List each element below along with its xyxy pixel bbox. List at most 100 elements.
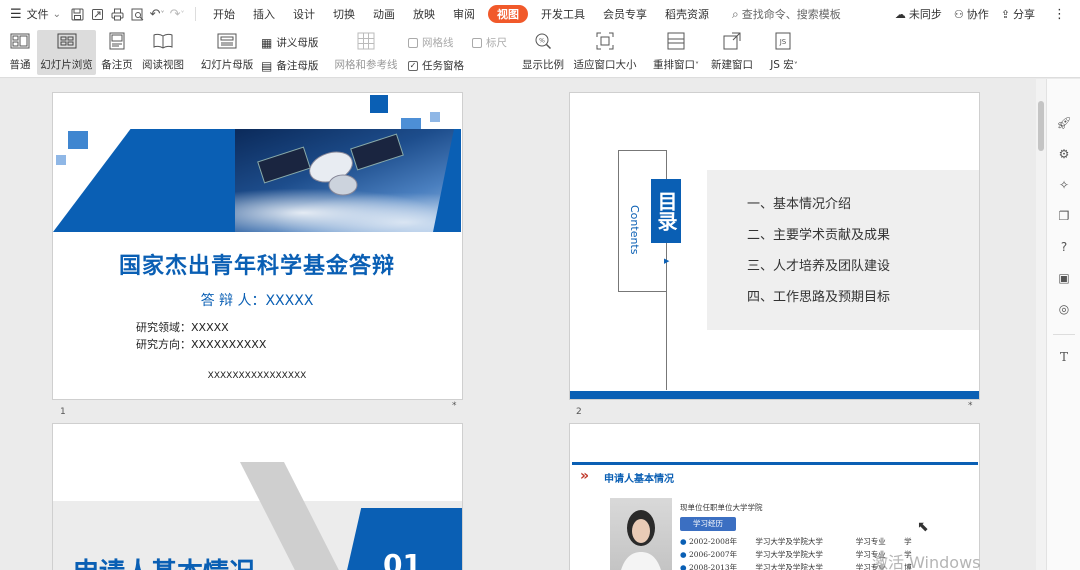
notes-master-button[interactable]: ▤ 备注母版 (261, 58, 318, 73)
hamburger-icon: ☰ (10, 6, 22, 22)
js-macro-button[interactable]: JS JS 宏˅ (767, 30, 801, 72)
share-button[interactable]: ⇪ 分享 (995, 0, 1041, 28)
fit-window-icon (594, 30, 616, 52)
copy-icon[interactable]: ❐ (1056, 208, 1072, 224)
undo-icon[interactable]: ↶ ˅ (147, 0, 167, 28)
notes-page-button[interactable]: 备注页 (99, 30, 135, 72)
mouse-cursor-icon: ⬉ (917, 519, 929, 535)
zoom-button[interactable]: % 显示比例 (522, 30, 564, 72)
reading-view-button[interactable]: 阅读视图 (140, 30, 186, 72)
preview-icon[interactable] (127, 0, 147, 28)
decor-square (68, 131, 88, 149)
sliders-icon[interactable]: ⚙ (1056, 146, 1072, 162)
animation-star-icon: * (968, 401, 973, 411)
scrollbar-thumb[interactable] (1038, 101, 1044, 151)
slide-thumbnail-1[interactable]: 国家杰出青年科学基金答辩 答 辩 人：XXXXX 研究领域：XXXXX 研究方向… (52, 92, 463, 400)
book-icon (152, 30, 174, 52)
toc-item-3: 三、人才培养及团队建设 (747, 259, 891, 274)
more-vertical-icon[interactable]: ⋮ (1041, 0, 1080, 28)
tab-developer[interactable]: 开发工具 (532, 0, 594, 28)
sync-button[interactable]: ☁ 未同步 (889, 0, 948, 28)
grid-guides-button[interactable]: 网格和参考线 (333, 30, 399, 72)
satellite-icon (257, 133, 404, 196)
checkbox-icon (408, 37, 418, 48)
research-field: 研究领域：XXXXX (136, 321, 229, 334)
fit-window-button[interactable]: 适应窗口大小 (573, 30, 637, 72)
export-icon[interactable] (87, 0, 107, 28)
redo-icon[interactable]: ↷ ˅ (167, 0, 187, 28)
animation-star-icon: * (452, 401, 457, 411)
tab-view[interactable]: 视图 (488, 5, 529, 23)
handout-icon: ▦ (261, 35, 273, 50)
search-icon: ⌕ (732, 6, 739, 21)
bottom-bar (570, 391, 979, 399)
save-icon[interactable] (67, 0, 87, 28)
slide-title: 国家杰出青年科学基金答辩 (118, 254, 395, 279)
text-icon[interactable]: T (1056, 349, 1072, 365)
tab-animations[interactable]: 动画 (364, 0, 404, 28)
decor-square (56, 155, 66, 165)
portrait-photo (610, 498, 672, 570)
image-settings-icon[interactable]: ▣ (1056, 270, 1072, 286)
vertical-scrollbar[interactable] (1036, 79, 1046, 570)
location-icon[interactable]: ◎ (1056, 301, 1072, 317)
satellite-image (235, 129, 461, 232)
slide-master-button[interactable]: 幻灯片母版 (199, 30, 255, 72)
notes-master-icon: ▤ (261, 58, 273, 73)
bullet-dot-icon: ● (680, 563, 687, 570)
section-number: 01 (383, 548, 422, 570)
bullet-dot-icon: ● (680, 550, 687, 559)
arrange-window-button[interactable]: 重排窗口˅ (651, 30, 701, 72)
slide-master-icon (216, 30, 238, 52)
tab-home[interactable]: 开始 (204, 0, 244, 28)
tab-review[interactable]: 审阅 (444, 0, 484, 28)
decor-square (430, 112, 440, 122)
tab-slideshow[interactable]: 放映 (404, 0, 444, 28)
bullet-dot-icon: ● (680, 537, 687, 546)
new-window-button[interactable]: 新建窗口 (710, 30, 754, 72)
tab-docer[interactable]: 稻壳资源 (656, 0, 718, 28)
presenter-label: 答 辩 人：XXXXX (200, 293, 314, 309)
section-title: 申请人基本情况 (73, 552, 255, 570)
handout-master-button[interactable]: ▦ 讲义母版 (261, 35, 318, 50)
slide-number: 1 (60, 407, 66, 417)
toc-title-box: 目录 (651, 179, 681, 243)
task-pane-checkbox[interactable]: ✓ 任务窗格 (408, 58, 464, 73)
divider (1053, 334, 1075, 335)
slide-header: 申请人基本情况 (604, 474, 674, 485)
activate-windows-watermark: 激活 Windows (872, 553, 981, 570)
pin-icon[interactable]: ✧ (1056, 177, 1072, 193)
slide-browse-button[interactable]: 幻灯片浏览 (37, 30, 96, 75)
slide-thumbnail-3[interactable]: 申请人基本情况 01 (52, 423, 463, 570)
tab-insert[interactable]: 插入 (244, 0, 284, 28)
print-icon[interactable] (107, 0, 127, 28)
file-menu[interactable]: ☰ 文件 ⌄ (0, 0, 67, 28)
chevron-down-icon: ˅ (695, 61, 699, 70)
tab-transitions[interactable]: 切换 (324, 0, 364, 28)
normal-view-button[interactable]: 普通 (4, 30, 36, 72)
chevron-down-icon: ⌄ (52, 8, 62, 20)
play-arrow-icon: ▶ (664, 257, 670, 265)
tab-member[interactable]: 会员专享 (594, 0, 656, 28)
slide-browse-icon (56, 30, 78, 52)
slide-thumbnail-4[interactable]: » 申请人基本情况 现单位任职单位大学学院 学习经历 ● 2002-2008年 … (569, 423, 980, 570)
position-text: 现单位任职单位大学学院 (680, 503, 763, 512)
tab-design[interactable]: 设计 (284, 0, 324, 28)
slide-thumbnail-2[interactable]: 目录 Contents ▶ 一、基本情况介绍 二、主要学术贡献及成果 三、人才培… (569, 92, 980, 400)
zoom-percent-icon: % (532, 30, 554, 52)
gridlines-checkbox[interactable]: 网格线 (408, 35, 454, 50)
collab-button[interactable]: ⚇ 协作 (948, 0, 995, 28)
menu-bar: ☰ 文件 ⌄ ↶ ˅ ↷ ˅ 开始 插入 设计 切换 动画 放映 审阅 视图 开发工… (0, 0, 1080, 28)
toc-item-4: 四、工作思路及预期目标 (747, 290, 891, 305)
rocket-icon[interactable]: 🚀︎ (1056, 115, 1072, 131)
toc-subtitle: Contents (628, 205, 641, 255)
ruler-checkbox[interactable]: 标尺 (472, 35, 507, 50)
collab-icon: ⚇ (953, 7, 964, 21)
slide-sorter-canvas: 国家杰出青年科学基金答辩 答 辩 人：XXXXX 研究领域：XXXXX 研究方向… (0, 79, 1036, 570)
chevron-down-icon: ˅ (793, 61, 798, 70)
help-icon[interactable]: ? (1056, 239, 1072, 255)
search-box[interactable]: ⌕ 查找命令、搜索模板 (718, 0, 847, 28)
notes-page-icon (106, 30, 128, 52)
new-window-icon (721, 30, 743, 52)
ribbon-toolbar: 普通 幻灯片浏览 备注页 阅读视图 幻灯片母版 ▦ 讲义母版 ▤ 备注母版 网格… (0, 28, 1080, 78)
